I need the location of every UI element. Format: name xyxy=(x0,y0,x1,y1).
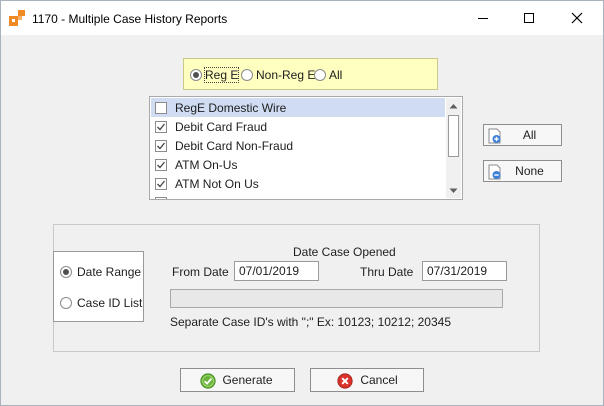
window-title: 1170 - Multiple Case History Reports xyxy=(32,12,228,26)
close-icon xyxy=(571,12,583,24)
select-all-label: All xyxy=(522,128,537,142)
list-item-2-checkbox[interactable] xyxy=(155,139,167,152)
check-icon xyxy=(200,373,216,389)
add-icon xyxy=(488,128,501,144)
maximize-icon xyxy=(524,13,534,23)
scroll-down-button[interactable] xyxy=(446,183,461,198)
cancel-icon xyxy=(337,373,353,389)
scroll-thumb[interactable] xyxy=(448,115,459,157)
cancel-button[interactable]: Cancel xyxy=(310,368,424,392)
title-bar: 1170 - Multiple Case History Reports xyxy=(1,1,603,35)
select-all-button[interactable]: All xyxy=(483,124,562,146)
case-ids-hint: Separate Case ID's with ";" Ex: 10123; 1… xyxy=(170,315,451,329)
list-item-0[interactable]: RegE Domestic Wire xyxy=(151,98,445,117)
radio-non-reg-e-dot[interactable] xyxy=(241,69,253,81)
list-item-3[interactable]: ATM On-Us xyxy=(151,155,445,174)
radio-date-range[interactable]: Date Range xyxy=(60,265,141,279)
list-item-4[interactable]: ATM Not On Us xyxy=(151,174,445,193)
close-button[interactable] xyxy=(566,7,588,29)
from-date-label: From Date xyxy=(172,265,229,279)
generate-button[interactable]: Generate xyxy=(180,368,295,392)
radio-all-dot[interactable] xyxy=(314,69,326,81)
scroll-up-button[interactable] xyxy=(446,98,461,113)
radio-reg-e-label: Reg E xyxy=(203,67,240,83)
list-scrollbar[interactable] xyxy=(446,98,461,198)
scroll-down-icon xyxy=(449,188,458,193)
radio-reg-e-dot[interactable] xyxy=(190,69,202,81)
app-logo-icon xyxy=(9,10,25,26)
list-item-0-label: RegE Domestic Wire xyxy=(175,100,287,115)
date-section-title: Date Case Opened xyxy=(293,245,396,259)
list-item-4-checkbox[interactable] xyxy=(155,177,167,190)
select-none-button[interactable]: None xyxy=(483,160,562,182)
from-date-field[interactable]: 07/01/2019 xyxy=(234,261,319,281)
list-item-2-label: Debit Card Non-Fraud xyxy=(175,138,294,153)
scroll-up-icon xyxy=(449,103,458,108)
generate-label: Generate xyxy=(222,373,273,387)
radio-date-range-label: Date Range xyxy=(77,265,142,279)
list-item-1-checkbox[interactable] xyxy=(155,120,167,133)
minimize-icon xyxy=(478,18,488,19)
radio-reg-e[interactable]: Reg E xyxy=(190,67,240,83)
radio-non-reg-e-label: Non-Reg E xyxy=(256,68,316,82)
reg-filter-group: Reg E Non-Reg E All xyxy=(183,58,438,90)
radio-case-id-list[interactable]: Case ID List xyxy=(60,296,142,310)
cancel-label: Cancel xyxy=(360,373,398,387)
radio-case-id-list-label: Case ID List xyxy=(77,296,143,310)
remove-icon xyxy=(488,164,501,180)
dialog-window: 1170 - Multiple Case History Reports Reg… xyxy=(0,0,604,406)
list-item-1-label: Debit Card Fraud xyxy=(175,119,268,134)
thru-date-field[interactable]: 07/31/2019 xyxy=(422,261,507,281)
maximize-button[interactable] xyxy=(518,7,540,29)
select-none-label: None xyxy=(515,164,544,178)
list-item-partial-checkbox[interactable] xyxy=(155,196,167,199)
list-item-1[interactable]: Debit Card Fraud xyxy=(151,117,445,136)
radio-all-label: All xyxy=(329,68,343,82)
radio-date-range-dot[interactable] xyxy=(60,266,72,278)
radio-non-reg-e[interactable]: Non-Reg E xyxy=(241,68,315,82)
case-ids-input[interactable] xyxy=(170,289,503,308)
list-item-0-checkbox[interactable] xyxy=(155,101,167,114)
list-item-3-label: ATM On-Us xyxy=(175,157,238,172)
minimize-button[interactable] xyxy=(472,7,494,29)
thru-date-label: Thru Date xyxy=(360,265,414,279)
radio-all[interactable]: All xyxy=(314,68,342,82)
list-item-4-label: ATM Not On Us xyxy=(175,176,259,191)
radio-case-id-list-dot[interactable] xyxy=(60,297,72,309)
criteria-mode-group: Date Range Case ID List xyxy=(53,251,144,322)
list-item-2[interactable]: Debit Card Non-Fraud xyxy=(151,136,445,155)
list-item-partial[interactable] xyxy=(151,193,445,199)
case-type-list[interactable]: RegE Domestic Wire Debit Card Fraud Debi… xyxy=(149,96,463,200)
list-item-3-checkbox[interactable] xyxy=(155,158,167,171)
